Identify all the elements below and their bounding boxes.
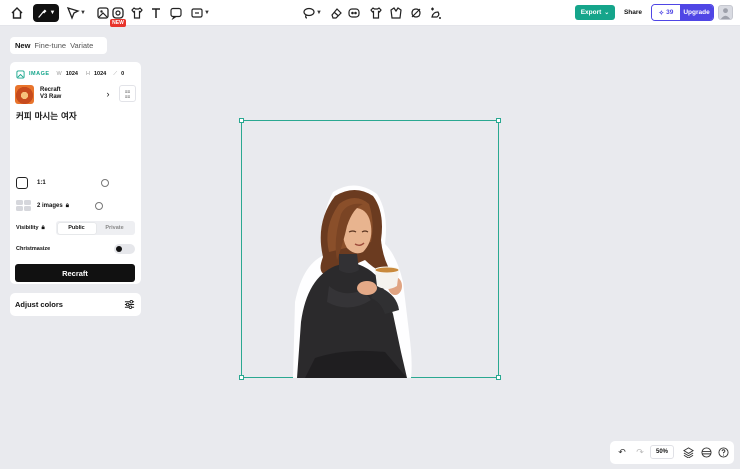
frame-tool-button[interactable]: ▼ xyxy=(188,5,212,21)
top-toolbar: ▼ ▼ NEW ▼ ▼ Export ⌄ Share ✧ 39 Upgrade xyxy=(0,0,740,27)
eraser-icon[interactable] xyxy=(328,5,344,21)
model-name-line2: V3 Raw xyxy=(40,94,62,100)
images-count-row[interactable]: 2 images 🔒︎ xyxy=(16,199,135,213)
image-settings-row: IMAGE W 1024 H 1024 ⟋ 0 xyxy=(16,69,124,79)
palette-icon[interactable] xyxy=(700,446,712,458)
vectorize-icon[interactable] xyxy=(408,5,424,21)
model-selector[interactable]: Recraft V3 Raw › ≡≡ ≡≡ xyxy=(15,84,136,104)
chevron-down-icon: ▼ xyxy=(80,10,86,16)
model-thumbnail xyxy=(15,84,34,104)
count-value: 0 xyxy=(121,71,125,77)
images-count-radio[interactable] xyxy=(95,202,103,210)
visibility-row: Visibility 🔒︎ Public Private xyxy=(16,221,135,235)
shirt-icon[interactable] xyxy=(129,5,145,21)
generation-panel: IMAGE W 1024 H 1024 ⟋ 0 Recraft V3 Raw ›… xyxy=(10,62,141,284)
select-tool-button[interactable]: ▼ xyxy=(64,5,88,21)
images-count-value: 2 images xyxy=(37,203,63,209)
help-icon[interactable] xyxy=(717,446,729,458)
brush-tool-button[interactable]: ▼ xyxy=(33,4,59,22)
visibility-private-option[interactable]: Private xyxy=(96,223,134,234)
export-button[interactable]: Export ⌄ xyxy=(575,5,615,20)
christmasize-switch[interactable] xyxy=(114,244,135,254)
new-badge: NEW xyxy=(110,19,126,27)
sliders-icon[interactable] xyxy=(124,299,135,310)
height-key: H xyxy=(85,71,90,77)
chevron-down-icon: ▼ xyxy=(204,10,210,16)
tab-variate[interactable]: Variate xyxy=(70,41,93,50)
mode-tabs: New Fine-tune Variate xyxy=(10,37,107,54)
resize-handle-top-right[interactable] xyxy=(496,118,501,123)
lock-icon: 🔒︎ xyxy=(65,202,69,209)
brush-tool-icon xyxy=(37,9,46,18)
mask-icon[interactable] xyxy=(346,5,362,21)
redo-icon[interactable]: ↷ xyxy=(634,446,646,458)
aspect-ratio-radio[interactable] xyxy=(101,179,109,187)
adjust-colors-label: Adjust colors xyxy=(15,300,63,309)
lasso-tool-button[interactable]: ▼ xyxy=(300,5,324,21)
shirt-icon[interactable] xyxy=(368,5,384,21)
tab-fine-tune[interactable]: Fine-tune xyxy=(34,41,66,50)
chevron-right-icon[interactable]: › xyxy=(101,87,115,101)
credits-icon: ✧ xyxy=(658,9,665,17)
avatar[interactable] xyxy=(718,5,733,20)
export-label: Export xyxy=(580,9,602,16)
undo-icon[interactable]: ↶ xyxy=(616,446,628,458)
tab-new[interactable]: New xyxy=(15,41,30,50)
model-settings-icon[interactable]: ≡≡ ≡≡ xyxy=(119,85,136,102)
creative-upscale-icon[interactable] xyxy=(388,5,404,21)
visibility-public-option[interactable]: Public xyxy=(57,222,96,234)
image-icon xyxy=(16,69,25,79)
chevron-down-icon: ⌄ xyxy=(604,10,610,16)
aspect-ratio-value: 1:1 xyxy=(37,180,46,186)
recraft-button[interactable]: Recraft xyxy=(15,264,135,282)
prompt-input[interactable]: 커피 마시는 여자 xyxy=(16,110,135,175)
content-type-label: IMAGE xyxy=(29,71,50,77)
generated-image[interactable] xyxy=(285,182,415,378)
chevron-down-icon: ▼ xyxy=(316,10,322,16)
brush-count-icon: ⟋ xyxy=(113,70,118,77)
upgrade-group: ✧ 39 Upgrade xyxy=(651,4,714,21)
bottom-controls: ↶ ↷ 50% xyxy=(610,441,734,464)
lasso-icon xyxy=(303,7,315,19)
image-tool-icon[interactable] xyxy=(95,5,111,21)
comment-icon[interactable] xyxy=(168,5,184,21)
zoom-level[interactable]: 50% xyxy=(650,445,674,459)
visibility-toggle: Public Private xyxy=(56,221,135,235)
home-icon[interactable] xyxy=(9,5,25,21)
visibility-label: Visibility xyxy=(16,225,39,231)
layers-icon[interactable] xyxy=(682,446,694,458)
credits-counter[interactable]: ✧ 39 xyxy=(652,5,680,20)
credits-value: 39 xyxy=(666,9,674,16)
model-name: Recraft V3 Raw xyxy=(40,87,61,102)
lock-icon: 🔒︎ xyxy=(41,224,45,231)
aspect-ratio-row[interactable]: 1:1 xyxy=(16,176,135,190)
height-value[interactable]: 1024 xyxy=(94,71,106,77)
frame-tool-icon xyxy=(191,8,203,18)
images-count-icon xyxy=(16,200,32,212)
width-value[interactable]: 1024 xyxy=(66,71,78,77)
chevron-down-icon: ▼ xyxy=(49,10,56,16)
resize-handle-bottom-left[interactable] xyxy=(239,375,244,380)
width-key: W xyxy=(56,71,62,77)
adjust-colors-panel[interactable]: Adjust colors xyxy=(10,293,141,316)
user-icon xyxy=(720,8,731,19)
upgrade-button[interactable]: Upgrade xyxy=(680,5,713,20)
christmasize-label: Christmasize xyxy=(16,246,51,252)
aspect-ratio-icon xyxy=(16,177,28,189)
model-name-line1: Recraft xyxy=(40,86,61,93)
select-tool-icon xyxy=(66,6,80,20)
text-tool-icon[interactable] xyxy=(148,5,164,21)
share-button[interactable]: Share xyxy=(620,5,646,20)
christmasize-row: Christmasize xyxy=(16,243,135,255)
resize-handle-bottom-right[interactable] xyxy=(496,375,501,380)
magic-edit-icon[interactable] xyxy=(427,5,443,21)
resize-handle-top-left[interactable] xyxy=(239,118,244,123)
